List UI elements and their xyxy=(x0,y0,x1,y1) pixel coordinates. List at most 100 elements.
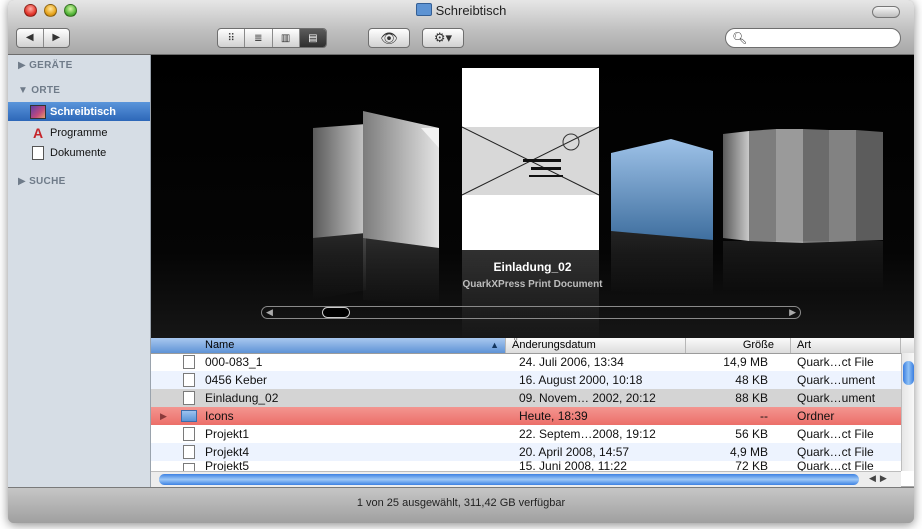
document-icon xyxy=(183,373,195,387)
file-size: 4,9 MB xyxy=(729,445,768,459)
table-row[interactable]: 000-083_1 24. Juli 2006, 13:34 14,9 MB Q… xyxy=(151,353,901,371)
column-header-size[interactable]: Größe xyxy=(686,338,791,353)
document-icon xyxy=(183,391,195,405)
coverflow-title: Einladung_02 xyxy=(493,260,572,274)
cover-right-2[interactable] xyxy=(749,129,776,242)
desktop-icon xyxy=(30,104,46,119)
file-size: 48 KB xyxy=(735,373,768,387)
document-icon xyxy=(183,463,195,471)
scroll-arrows-icon[interactable]: ◀▶ xyxy=(869,473,891,484)
folder-cover-icon[interactable] xyxy=(611,139,713,240)
forward-button[interactable]: ▶ xyxy=(44,29,70,47)
sidebar-item-label: Schreibtisch xyxy=(50,105,117,118)
coverflow-covers xyxy=(313,68,883,338)
table-row[interactable]: Projekt5 15. Juni 2008, 11:22 72 KB Quar… xyxy=(151,461,901,471)
file-kind: Ordner xyxy=(797,409,835,423)
finder-window: Schreibtisch ◀ ▶ ⠿ ≣ ▥ ▤ 👁 ⚙▾ 🔍︎ ▶ GERÄT… xyxy=(8,0,914,523)
coverflow-view[interactable]: Einladung_02 QuarkXPress Print Document … xyxy=(151,55,914,338)
sidebar-heading-devices[interactable]: ▶ GERÄTE xyxy=(18,60,73,71)
file-name: 000-083_1 xyxy=(205,355,263,369)
file-date: 24. Juli 2006, 13:34 xyxy=(519,355,624,369)
disclosure-triangle-icon[interactable]: ▶ xyxy=(160,407,167,425)
sidebar-item-desktop[interactable]: Schreibtisch xyxy=(8,102,150,121)
file-name: Projekt4 xyxy=(205,445,250,459)
sidebar-item-documents[interactable]: Dokumente xyxy=(8,143,150,162)
action-menu-button[interactable]: ⚙▾ xyxy=(422,28,464,48)
file-size: 14,9 MB xyxy=(723,355,768,369)
file-name: Icons xyxy=(205,409,234,423)
file-size: 56 KB xyxy=(735,427,768,441)
cover-right-5[interactable] xyxy=(829,130,856,242)
scroll-right-icon[interactable]: ▶ xyxy=(789,307,796,318)
coverflow-view-button[interactable]: ▤ xyxy=(299,29,326,47)
cover-right-1[interactable] xyxy=(723,131,749,241)
toolbar-toggle-button[interactable] xyxy=(872,6,900,18)
table-row[interactable]: Projekt4 20. April 2008, 14:57 4,9 MB Qu… xyxy=(151,443,901,461)
document-icon xyxy=(183,445,195,459)
coverflow-scroll-thumb[interactable] xyxy=(322,307,350,318)
file-size: -- xyxy=(760,409,768,423)
file-kind: Quark…ct File xyxy=(797,461,874,471)
cover-right-6[interactable] xyxy=(856,130,883,241)
back-button[interactable]: ◀ xyxy=(17,29,44,47)
document-icon xyxy=(183,355,195,369)
sidebar-heading-search[interactable]: ▶ SUCHE xyxy=(18,176,66,187)
file-date: 20. April 2008, 14:57 xyxy=(519,445,630,459)
sidebar: ▶ GERÄTE ▼ ORTE Schreibtisch A Programme… xyxy=(8,55,151,487)
cover-right-4[interactable] xyxy=(803,129,829,243)
file-name: Projekt1 xyxy=(205,427,250,441)
file-list: Name Änderungsdatum Größe Art 000-083_1 … xyxy=(151,338,914,487)
sidebar-item-label: Programme xyxy=(50,126,108,139)
horizontal-scrollbar[interactable]: ◀▶ xyxy=(151,471,901,487)
file-name: Einladung_02 xyxy=(205,391,279,405)
sidebar-item-applications[interactable]: A Programme xyxy=(8,123,150,142)
file-kind: Quark…ument xyxy=(797,391,876,405)
file-kind: Quark…ct File xyxy=(797,445,874,459)
sidebar-heading-places[interactable]: ▼ ORTE xyxy=(18,85,60,96)
column-header-kind[interactable]: Art xyxy=(791,338,901,353)
table-row[interactable]: Projekt1 22. Septem…2008, 19:12 56 KB Qu… xyxy=(151,425,901,443)
cover-right-3[interactable] xyxy=(776,129,803,243)
status-text: 1 von 25 ausgewählt, 311,42 GB verfügbar xyxy=(356,497,566,509)
file-date: 22. Septem…2008, 19:12 xyxy=(519,427,656,441)
status-bar: 1 von 25 ausgewählt, 311,42 GB verfügbar xyxy=(8,487,914,523)
applications-icon: A xyxy=(32,124,44,141)
cover-left-2[interactable] xyxy=(313,124,366,238)
file-date: 16. August 2000, 10:18 xyxy=(519,373,643,387)
scroll-left-icon[interactable]: ◀ xyxy=(266,307,273,318)
icon-view-button[interactable]: ⠿ xyxy=(218,29,246,47)
vertical-scroll-thumb[interactable] xyxy=(903,361,914,385)
eye-icon: 👁 xyxy=(380,29,398,46)
file-date: 15. Juni 2008, 11:22 xyxy=(519,461,627,471)
column-header-name[interactable]: Name xyxy=(151,338,506,353)
column-view-button[interactable]: ▥ xyxy=(273,29,300,47)
coverflow-subtitle: QuarkXPress Print Document xyxy=(462,279,603,290)
file-date: 09. Novem… 2002, 20:12 xyxy=(519,391,656,405)
list-view-button[interactable]: ≣ xyxy=(245,29,273,47)
documents-icon xyxy=(32,145,44,160)
search-field[interactable]: 🔍︎ xyxy=(725,28,901,48)
coverflow-scrollbar[interactable]: ◀ ▶ xyxy=(261,306,801,319)
table-row-selected[interactable]: Einladung_02 09. Novem… 2002, 20:12 88 K… xyxy=(151,389,901,407)
column-header-date[interactable]: Änderungsdatum xyxy=(506,338,686,353)
file-size: 72 KB xyxy=(735,461,768,471)
window-title: Schreibtisch xyxy=(8,3,914,18)
sidebar-item-label: Dokumente xyxy=(50,146,107,159)
folder-icon xyxy=(181,410,197,422)
file-kind: Quark…ct File xyxy=(797,355,874,369)
file-kind: Quark…ument xyxy=(797,373,876,387)
search-icon: 🔍︎ xyxy=(732,31,748,45)
file-name: 0456 Keber xyxy=(205,373,268,387)
table-row[interactable]: 0456 Keber 16. August 2000, 10:18 48 KB … xyxy=(151,371,901,389)
file-size: 88 KB xyxy=(735,391,768,405)
gear-icon: ⚙▾ xyxy=(433,30,453,45)
file-date: Heute, 18:39 xyxy=(519,409,588,423)
window-title-text: Schreibtisch xyxy=(435,3,507,18)
table-row[interactable]: ▶ Icons Heute, 18:39 -- Ordner xyxy=(151,407,901,425)
horizontal-scroll-thumb[interactable] xyxy=(159,474,859,485)
file-name: Projekt5 xyxy=(205,461,250,471)
vertical-scrollbar[interactable] xyxy=(901,353,914,471)
quicklook-button[interactable]: 👁 xyxy=(368,28,410,48)
folder-icon xyxy=(415,3,432,16)
view-mode-control: ⠿ ≣ ▥ ▤ xyxy=(217,28,327,48)
